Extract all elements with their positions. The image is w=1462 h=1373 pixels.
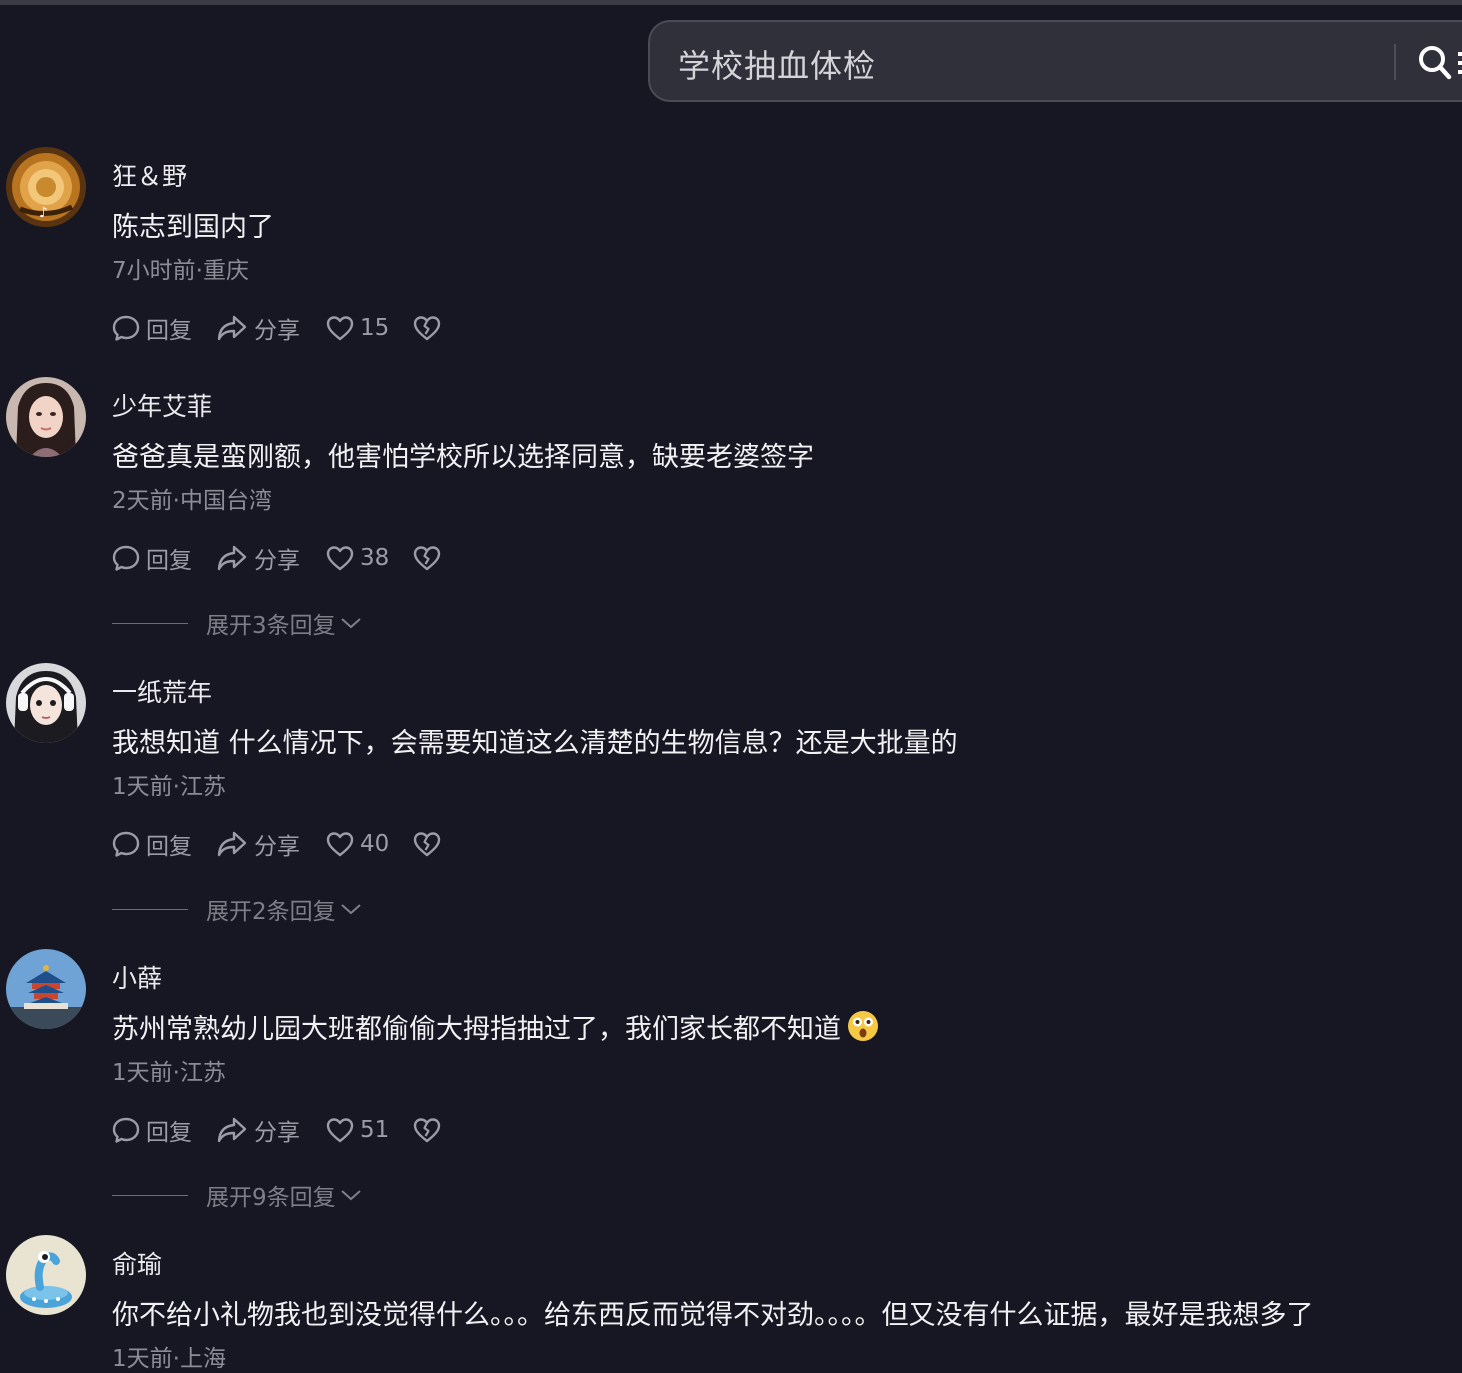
like-button[interactable]: 40 — [326, 831, 389, 857]
comment-username[interactable]: 俞瑜 — [112, 1245, 162, 1281]
expand-replies-label: 展开9条回复 — [206, 1185, 336, 1211]
expand-replies-button[interactable]: 展开3条回复 — [112, 608, 362, 639]
like-button[interactable]: 38 — [326, 545, 389, 571]
dislike-button[interactable] — [413, 545, 441, 571]
broken-heart-icon — [414, 1118, 441, 1143]
heart-icon — [326, 316, 354, 341]
comment-username[interactable]: 小薛 — [112, 959, 162, 995]
comment-text: 陈志到国内了 — [112, 212, 274, 243]
heart-icon — [326, 1118, 354, 1143]
reply-icon — [112, 315, 140, 341]
comment-text: 我想知道 什么情况下，会需要知道这么清楚的生物信息？还是大批量的 — [112, 728, 958, 759]
chevron-down-icon — [340, 1190, 361, 1201]
share-button[interactable]: 分享 — [216, 311, 300, 345]
share-icon — [217, 545, 247, 571]
search-bar[interactable]: 学校抽血体检 — [648, 20, 1462, 102]
heart-icon — [326, 546, 354, 571]
like-count: 38 — [360, 545, 390, 571]
like-count: 40 — [360, 831, 390, 857]
share-label: 分享 — [254, 318, 300, 344]
comment-meta: 2天前·中国台湾 — [112, 488, 272, 514]
like-count: 51 — [360, 1117, 390, 1143]
comment-actions: 回复 分享 15 — [112, 311, 441, 345]
reply-label: 回复 — [146, 548, 192, 574]
comment-username[interactable]: 狂＆野 — [112, 157, 187, 193]
broken-heart-icon — [414, 316, 441, 341]
comment-actions: 回复 分享 40 — [112, 827, 441, 861]
dislike-button[interactable] — [413, 831, 441, 857]
like-button[interactable]: 15 — [326, 315, 389, 341]
reply-button[interactable]: 回复 — [112, 1113, 192, 1147]
chevron-down-icon — [340, 618, 361, 629]
search-divider — [1394, 44, 1396, 80]
share-label: 分享 — [254, 1120, 300, 1146]
reply-icon — [112, 1117, 140, 1143]
expand-divider — [112, 1194, 188, 1196]
comment-text: 苏州常熟幼儿园大班都偷偷大拇指抽过了，我们家长都不知道 — [112, 1007, 879, 1049]
broken-heart-icon — [414, 832, 441, 857]
comment-meta: 1天前·上海 — [112, 1346, 226, 1372]
window-top-strip — [0, 0, 1462, 5]
search-icon[interactable] — [1418, 44, 1452, 80]
comment-username[interactable]: 一纸荒年 — [112, 673, 212, 709]
comment-text-content: 苏州常熟幼儿园大班都偷偷大拇指抽过了，我们家长都不知道 — [112, 1014, 841, 1045]
comment-actions: 回复 分享 38 — [112, 541, 441, 575]
expand-replies-button[interactable]: 展开2条回复 — [112, 894, 362, 925]
expand-replies-label: 展开2条回复 — [206, 899, 336, 925]
reply-label: 回复 — [146, 834, 192, 860]
reply-label: 回复 — [146, 318, 192, 344]
share-label: 分享 — [254, 548, 300, 574]
search-query[interactable]: 学校抽血体检 — [678, 41, 876, 87]
chevron-down-icon — [340, 904, 361, 915]
girl-portrait-avatar[interactable] — [6, 377, 86, 457]
share-button[interactable]: 分享 — [216, 1113, 300, 1147]
dislike-button[interactable] — [413, 315, 441, 341]
share-label: 分享 — [254, 834, 300, 860]
like-button[interactable]: 51 — [326, 1117, 389, 1143]
share-icon — [217, 315, 247, 341]
expand-replies-button[interactable]: 展开9条回复 — [112, 1180, 362, 1211]
reply-button[interactable]: 回复 — [112, 827, 192, 861]
reply-button[interactable]: 回复 — [112, 541, 192, 575]
share-button[interactable]: 分享 — [216, 541, 300, 575]
comment-actions: 回复 分享 51 — [112, 1113, 441, 1147]
expand-divider — [112, 908, 188, 910]
shocked-face-icon — [847, 1010, 879, 1049]
comment-meta: 7小时前·重庆 — [112, 258, 249, 284]
search-menu-icon[interactable] — [1458, 44, 1462, 80]
svg-text:♪: ♪ — [39, 205, 48, 221]
comment-text: 爸爸真是蛮刚额，他害怕学校所以选择同意，缺要老婆签字 — [112, 442, 814, 473]
share-icon — [217, 1117, 247, 1143]
share-button[interactable]: 分享 — [216, 827, 300, 861]
reply-icon — [112, 831, 140, 857]
cartoon-alien-avatar[interactable] — [6, 1235, 86, 1315]
comment-meta: 1天前·江苏 — [112, 774, 226, 800]
comment-username[interactable]: 少年艾菲 — [112, 387, 212, 423]
broken-heart-icon — [414, 546, 441, 571]
expand-replies-label: 展开3条回复 — [206, 613, 336, 639]
anime-girl-headphones-avatar[interactable] — [6, 663, 86, 743]
comment-text: 你不给小礼物我也到没觉得什么。。。给东西反而觉得不对劲。。。。但又没有什么证据，… — [112, 1300, 1314, 1331]
share-icon — [217, 831, 247, 857]
like-count: 15 — [360, 315, 390, 341]
reply-button[interactable]: 回复 — [112, 311, 192, 345]
expand-divider — [112, 622, 188, 624]
dislike-button[interactable] — [413, 1117, 441, 1143]
comment-meta: 1天前·江苏 — [112, 1060, 226, 1086]
gold-watch-avatar[interactable]: ♪ — [6, 147, 86, 227]
reply-label: 回复 — [146, 1120, 192, 1146]
temple-of-heaven-avatar[interactable] — [6, 949, 86, 1029]
heart-icon — [326, 832, 354, 857]
reply-icon — [112, 545, 140, 571]
